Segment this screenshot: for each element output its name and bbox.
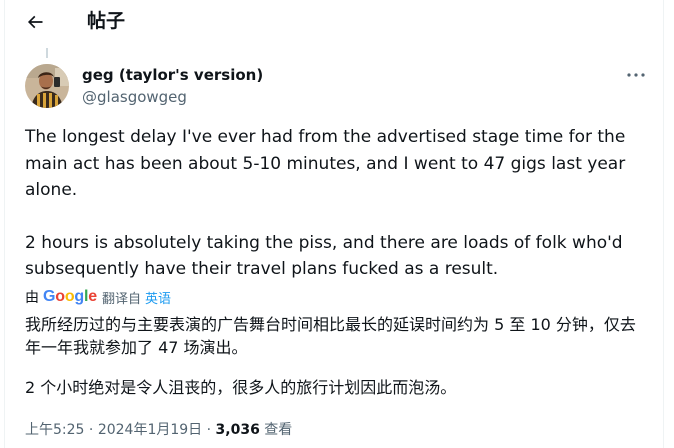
avatar-image xyxy=(25,64,69,108)
meta-separator: · xyxy=(84,422,98,438)
page-title: 帖子 xyxy=(87,10,126,32)
views-label: 查看 xyxy=(259,422,293,438)
arrow-left-icon xyxy=(27,15,43,29)
post-timestamp[interactable]: 上午5:25 · 2024年1月19日 xyxy=(25,422,202,438)
author-handle[interactable]: @glasgowgeg xyxy=(82,87,187,107)
translated-from-label: 翻译自 xyxy=(101,291,141,307)
source-language-link[interactable]: 英语 xyxy=(145,288,171,307)
translated-text: 我所经历过的与主要表演的广告舞台时间相比最长的延误时间约为 5 至 10 分钟，… xyxy=(25,313,645,399)
post-date: 2024年1月19日 xyxy=(97,422,203,438)
google-logo: Google xyxy=(43,288,97,305)
more-options-button[interactable] xyxy=(625,66,647,84)
avatar[interactable] xyxy=(25,64,69,108)
tweet-meta: 上午5:25 · 2024年1月19日 · 3,036 查看 xyxy=(25,420,292,440)
tweet-paragraph: The longest delay I've ever had from the… xyxy=(25,127,626,200)
views-count: 3,036 xyxy=(215,422,260,438)
translated-paragraph: 我所经历过的与主要表演的广告舞台时间相比最长的延误时间约为 5 至 10 分钟，… xyxy=(25,315,636,357)
author-display-name[interactable]: geg (taylor's version) xyxy=(82,65,263,85)
page-header: 帖子 xyxy=(5,0,663,44)
more-horizontal-icon xyxy=(627,73,645,77)
meta-separator: · xyxy=(202,422,216,438)
thread-connector-line xyxy=(46,48,48,58)
tweet-text: The longest delay I've ever had from the… xyxy=(25,124,637,283)
post-time: 上午5:25 xyxy=(25,422,85,438)
translation-attribution: 由 Google 翻译自 英语 xyxy=(25,287,171,307)
translated-paragraph: 2 个小时绝对是令人沮丧的，很多人的旅行计划因此而泡汤。 xyxy=(25,378,457,397)
tweet-paragraph: 2 hours is absolutely taking the piss, a… xyxy=(25,232,623,280)
back-button[interactable] xyxy=(18,5,52,39)
post-detail-panel: 帖子 geg (taylor's version) @glasgowgeg Th… xyxy=(4,0,664,448)
translated-by-label: 由 xyxy=(25,290,39,306)
